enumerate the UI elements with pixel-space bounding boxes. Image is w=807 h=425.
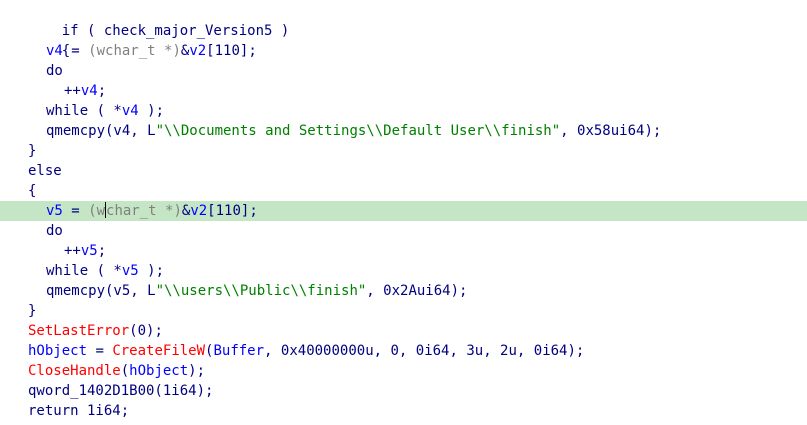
code-line[interactable]: qword_1402D1B00(1i64);	[0, 381, 807, 401]
code-token: [110];	[207, 203, 258, 219]
code-token-variable: v2	[190, 203, 208, 219]
code-token: [110];	[206, 43, 257, 59]
code-token: do	[46, 223, 63, 239]
code-line[interactable]: qmemcpy(v5, L"\\users\\Public\\finish", …	[0, 281, 807, 301]
code-line[interactable]: return 1i64;	[0, 401, 807, 421]
code-line[interactable]: SetLastError(0);	[0, 321, 807, 341]
code-token: do	[46, 63, 63, 79]
code-token: (	[120, 363, 130, 379]
code-line[interactable]: {	[0, 21, 807, 59]
code-line[interactable]: do	[0, 61, 807, 81]
code-line[interactable]: }	[0, 301, 807, 321]
code-line[interactable]: ++v5;	[0, 241, 807, 261]
code-token-function: CloseHandle	[28, 363, 121, 379]
code-editor[interactable]: if ( check_major_Version5 ) { v4 = (wcha…	[0, 0, 807, 425]
code-token-string: "\\Documents and Settings\\Default User\…	[155, 123, 561, 139]
code-token: ;	[97, 83, 107, 99]
code-line[interactable]: qmemcpy(v4, L"\\Documents and Settings\\…	[0, 121, 807, 141]
code-token: , 0x58ui64);	[560, 123, 662, 139]
code-token-string: "\\users\\Public\\finish"	[155, 283, 367, 299]
code-line[interactable]: else	[0, 161, 807, 181]
code-token: =	[87, 343, 113, 359]
code-token-variable: hObject	[129, 363, 189, 379]
code-line-current[interactable]: v5 = (wchar_t *)&v2[110];	[0, 201, 807, 221]
code-token: qword_1402D1B00(1i64);	[28, 383, 214, 399]
code-line[interactable]: while ( *v4 );	[0, 101, 807, 121]
code-token-variable: v4	[80, 83, 98, 99]
code-token: return 1i64;	[28, 403, 130, 419]
code-token: qmemcpy(v4, L	[46, 123, 156, 139]
code-token: );	[188, 363, 206, 379]
code-token: while ( *	[46, 263, 122, 279]
code-line[interactable]: do	[0, 221, 807, 241]
code-token: while ( *	[46, 103, 122, 119]
code-line[interactable]: hObject = CreateFileW(Buffer, 0x40000000…	[0, 341, 807, 361]
code-token: =	[62, 203, 89, 219]
code-token-variable: v2	[189, 43, 207, 59]
code-line[interactable]: v4 = (wchar_t *)&v2[110];	[0, 41, 807, 61]
code-token-cast: (wchar_t *)	[88, 43, 181, 59]
code-token: , 0x2Aui64);	[366, 283, 468, 299]
code-token-cast: (w	[88, 203, 106, 219]
code-token: {	[28, 183, 37, 199]
code-token: );	[138, 103, 165, 119]
code-token-variable: v5	[80, 243, 98, 259]
code-line[interactable]: ++v4;	[0, 81, 807, 101]
code-line[interactable]: CloseHandle(hObject);	[0, 361, 807, 381]
code-token: ;	[97, 243, 107, 259]
code-line[interactable]: {	[0, 181, 807, 201]
code-token: (0);	[129, 323, 163, 339]
code-token-function: SetLastError	[28, 323, 130, 339]
code-token-variable: Buffer	[213, 343, 265, 359]
code-line[interactable]: if ( check_major_Version5 )	[0, 1, 807, 39]
code-token: else	[28, 163, 62, 179]
code-token-variable: v4	[46, 43, 63, 59]
code-token: );	[138, 263, 165, 279]
code-line[interactable]: }	[0, 141, 807, 161]
code-token: }	[28, 303, 37, 319]
code-token-variable: v4	[121, 103, 139, 119]
code-token: }	[28, 143, 37, 159]
code-token-variable: v5	[121, 263, 139, 279]
code-token: =	[62, 43, 89, 59]
code-token-function: CreateFileW	[112, 343, 206, 359]
code-token: qmemcpy(v5, L	[46, 283, 156, 299]
code-token: , 0x40000000u, 0, 0i64, 3u, 2u, 0i64);	[264, 343, 585, 359]
code-token-cast: char_t *)	[106, 203, 182, 219]
code-token-variable: hObject	[28, 343, 88, 359]
code-token: ++	[64, 83, 81, 99]
code-line[interactable]: while ( *v5 );	[0, 261, 807, 281]
code-token: ++	[64, 243, 81, 259]
code-token-variable: v5	[46, 203, 63, 219]
